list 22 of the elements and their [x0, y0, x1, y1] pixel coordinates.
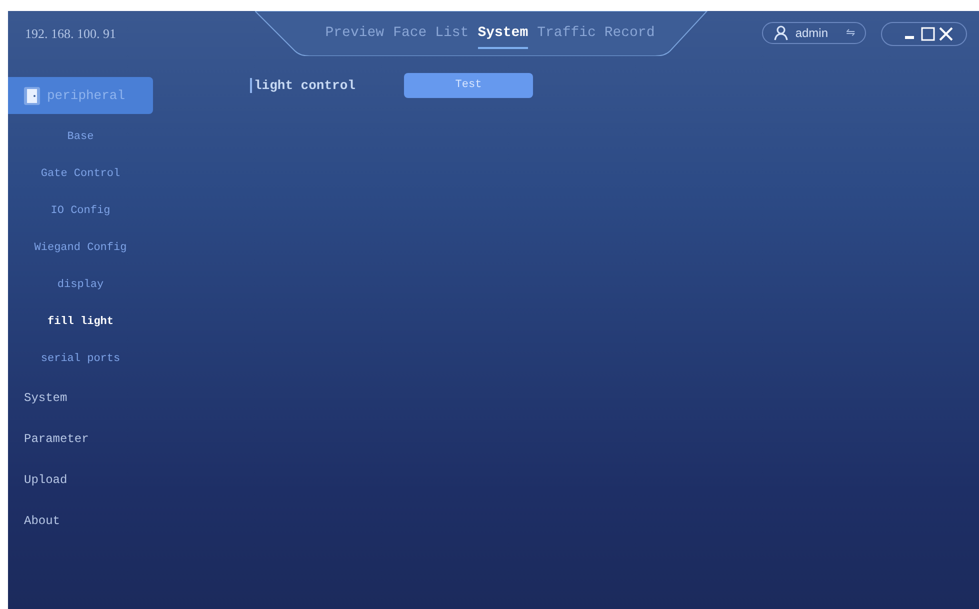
sidebar-subitem[interactable]: fill light: [8, 303, 153, 340]
door-icon: [24, 86, 40, 104]
sidebar-subitem[interactable]: Base: [8, 118, 153, 155]
sidebar-item[interactable]: Upload: [8, 459, 153, 500]
user-icon: [773, 24, 790, 40]
sidebar-subitem[interactable]: IO Config: [8, 192, 153, 229]
maximize-icon[interactable]: [920, 26, 936, 42]
sidebar-item[interactable]: Parameter: [8, 418, 153, 459]
sidebar-subitem[interactable]: display: [8, 266, 153, 303]
nav-tab[interactable]: Face List: [393, 24, 469, 48]
sidebar-subitem[interactable]: Gate Control: [8, 155, 153, 192]
nav-tab[interactable]: Preview: [325, 24, 384, 48]
ip-address: 192. 168. 100. 91: [25, 26, 117, 42]
user-button[interactable]: admin ⇋: [762, 22, 866, 44]
sidebar-item[interactable]: System: [8, 377, 153, 418]
sidebar-subitem[interactable]: Wiegand Config: [8, 229, 153, 266]
test-button[interactable]: Test: [404, 72, 533, 98]
nav-tab[interactable]: Traffic Record: [537, 24, 655, 48]
sidebar-subitem[interactable]: serial ports: [8, 340, 153, 377]
sidebar-item[interactable]: About: [8, 500, 153, 541]
nav-tab[interactable]: System: [478, 24, 528, 48]
close-icon[interactable]: [938, 26, 954, 42]
